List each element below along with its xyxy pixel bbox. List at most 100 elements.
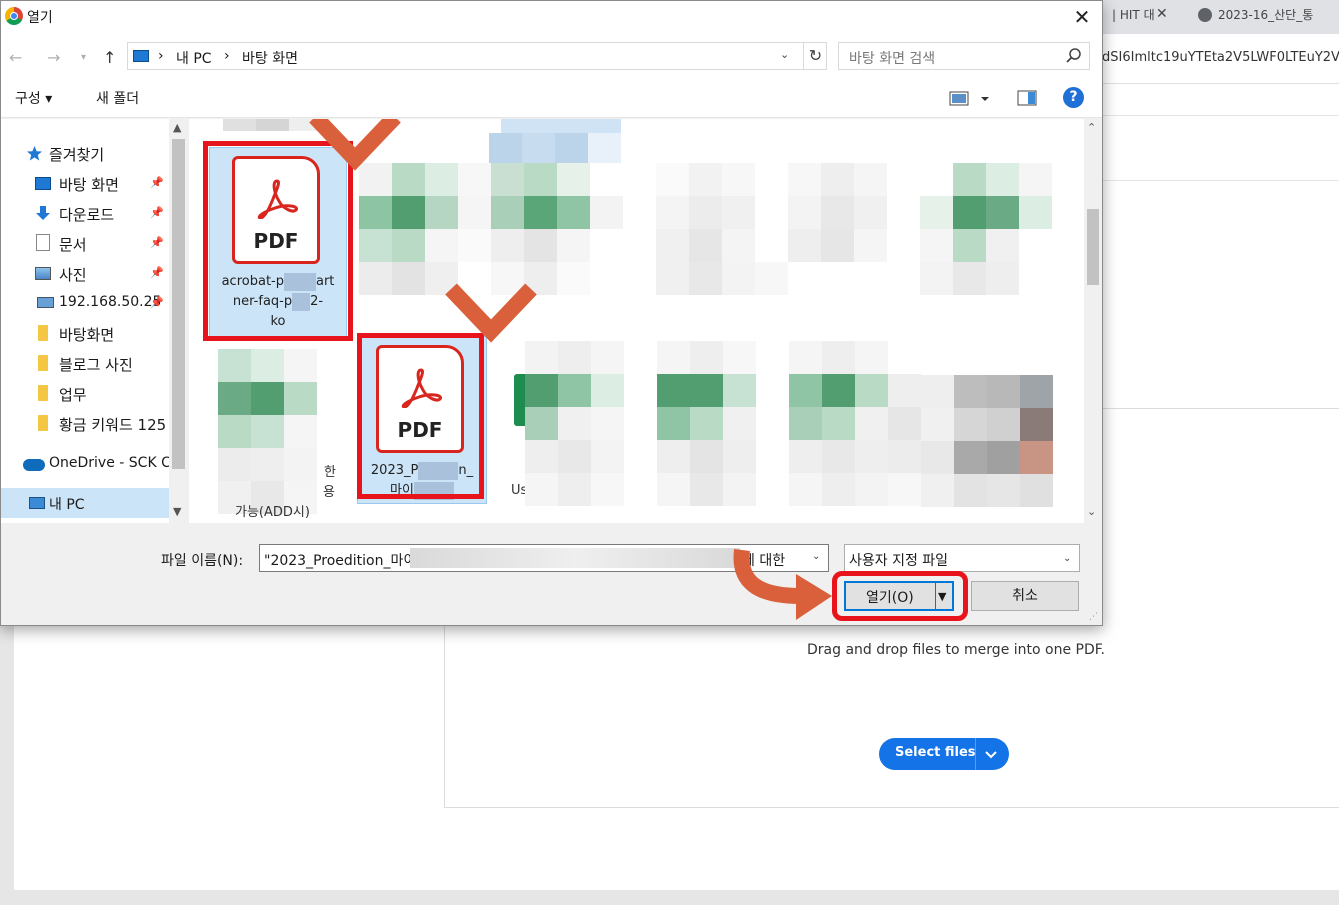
chevron-down-icon[interactable]: ⌄ — [780, 48, 789, 61]
file-list: PDF acrobat-p art ner-faq-p 2- ko 한 용 가능… — [189, 119, 1084, 523]
nav-item-downloads[interactable]: 다운로드 📌 — [1, 198, 169, 228]
refresh-icon[interactable]: ↻ — [803, 42, 827, 70]
thumbnail-placeholder — [489, 133, 621, 163]
redacted-text — [410, 548, 740, 568]
nav-item-folder[interactable]: 바탕화면 — [1, 318, 169, 348]
chevron-down-icon[interactable]: ▾ — [81, 52, 86, 63]
checkmark-icon — [445, 283, 537, 343]
select-files-label: Select files — [895, 745, 976, 760]
browser-tab-label: 2023-16_산단_통 — [1218, 8, 1314, 22]
preview-pane-icon[interactable] — [1017, 90, 1037, 106]
browser-tab[interactable]: 2023-16_산단_통 — [1194, 6, 1339, 30]
organize-button[interactable]: 구성 ▾ — [15, 88, 52, 108]
globe-icon — [1198, 8, 1212, 22]
nav-item-label: 192.168.50.25 — [59, 294, 162, 310]
nav-item-folder[interactable]: 블로그 사진 — [1, 348, 169, 378]
nav-item-label: 바탕 화면 — [59, 176, 119, 194]
scroll-up-icon[interactable]: ▲ — [173, 121, 181, 134]
thumbnail-placeholder — [491, 163, 623, 295]
arrow-icon — [733, 549, 832, 620]
annotation-highlight — [832, 571, 968, 621]
divider — [1100, 180, 1339, 181]
search-input[interactable]: 바탕 화면 검색 — [838, 42, 1090, 70]
search-icon[interactable] — [1065, 47, 1083, 65]
star-icon — [27, 146, 42, 161]
scroll-down-icon[interactable]: ▼ — [173, 505, 181, 518]
scrollbar[interactable]: ▲ ▼ — [169, 119, 188, 523]
folder-icon — [38, 325, 48, 341]
url-text: dSI6Imltc19uYTEta2V5LWF0LTEuY2Vy — [1102, 50, 1339, 65]
divider — [1100, 115, 1339, 116]
navigation-pane: 즐겨찾기 바탕 화면 📌 다운로드 📌 문서 📌 사진 📌 192.168.50… — [1, 119, 169, 523]
up-arrow-icon[interactable]: ↑ — [103, 48, 116, 67]
thumbnail-placeholder — [656, 163, 788, 295]
scroll-up-icon[interactable]: ⌃ — [1087, 121, 1096, 134]
nav-item-folder[interactable]: 황금 키워드 125 — [1, 408, 169, 438]
nav-item-desktop[interactable]: 바탕 화면 📌 — [1, 168, 169, 198]
breadcrumb-mypc[interactable]: 내 PC — [176, 48, 212, 68]
folder-icon — [38, 415, 48, 431]
file-name-partial: 용 — [323, 485, 335, 500]
nav-item-favorites[interactable]: 즐겨찾기 — [1, 138, 169, 168]
thumbnail-placeholder — [789, 341, 921, 506]
file-type-select[interactable]: 사용자 지정 파일 ⌄ — [844, 544, 1080, 572]
nav-item-mypc[interactable]: 내 PC — [1, 488, 169, 518]
scrollbar-thumb[interactable] — [1087, 209, 1099, 285]
pin-icon: 📌 — [150, 206, 164, 219]
dialog-titlebar: 열기 ✕ — [1, 1, 1102, 34]
nav-item-onedrive[interactable]: OneDrive - SCK C — [1, 449, 169, 479]
filename-label: 파일 이름(N): — [161, 553, 244, 569]
search-placeholder: 바탕 화면 검색 — [849, 51, 936, 67]
thumbnail-placeholder — [218, 349, 317, 514]
thumbnail-placeholder — [657, 341, 789, 506]
close-icon[interactable]: ✕ — [1156, 6, 1176, 30]
nav-item-pictures[interactable]: 사진 📌 — [1, 258, 169, 288]
dialog-title: 열기 — [27, 10, 53, 26]
resize-grip-icon[interactable]: ⋰ — [1089, 612, 1098, 622]
folder-icon — [38, 385, 48, 401]
folder-icon — [38, 355, 48, 371]
forward-arrow-icon[interactable]: → — [47, 48, 60, 67]
open-file-dialog: 열기 ✕ ← → ▾ ↑ › 내 PC › 바탕 화면 ⌄ ↻ 바탕 화면 검색… — [0, 0, 1103, 626]
scrollbar[interactable]: ⌃ ⌄ — [1084, 119, 1102, 523]
pin-icon: 📌 — [150, 296, 164, 309]
breadcrumb-separator: › — [224, 48, 230, 64]
pictures-icon — [35, 267, 51, 280]
cancel-button[interactable]: 취소 — [971, 581, 1079, 611]
new-folder-button[interactable]: 새 폴더 — [96, 88, 139, 108]
view-options-icon[interactable] — [949, 90, 993, 108]
browser-address-bar[interactable]: dSI6Imltc19uYTEta2V5LWF0LTEuY2Vy — [1100, 34, 1339, 84]
nav-item-label: 문서 — [59, 236, 87, 254]
nav-item-network-drive[interactable]: 192.168.50.25 📌 — [1, 288, 169, 318]
nav-item-documents[interactable]: 문서 📌 — [1, 228, 169, 258]
browser-tab-label: | HIT 대 — [1112, 8, 1155, 22]
address-bar[interactable]: › 내 PC › 바탕 화면 ⌄ — [127, 42, 827, 70]
nav-item-label: 바탕화면 — [59, 326, 115, 344]
nav-item-folder[interactable]: 업무 — [1, 378, 169, 408]
thumbnail-placeholder — [788, 163, 920, 295]
scroll-down-icon[interactable]: ⌄ — [1087, 505, 1096, 518]
chrome-icon — [5, 7, 23, 25]
thumbnail-placeholder — [920, 163, 1052, 295]
pin-icon: 📌 — [150, 236, 164, 249]
pin-icon: 📌 — [150, 266, 164, 279]
network-drive-icon — [37, 297, 54, 308]
file-type-value: 사용자 지정 파일 — [849, 553, 949, 569]
help-icon[interactable]: ? — [1063, 87, 1084, 108]
thumbnail-placeholder — [525, 341, 657, 506]
thumbnail-placeholder — [921, 375, 1053, 507]
nav-item-label: 즐겨찾기 — [49, 146, 105, 164]
scrollbar-thumb[interactable] — [172, 139, 185, 469]
desktop-icon — [35, 177, 51, 190]
back-arrow-icon[interactable]: ← — [9, 48, 22, 67]
breadcrumb-desktop[interactable]: 바탕 화면 — [242, 48, 298, 68]
select-files-button[interactable]: Select files — [879, 738, 1009, 770]
drop-zone-text: Drag and drop files to merge into one PD… — [807, 642, 1106, 658]
nav-item-label: 다운로드 — [59, 206, 115, 224]
checkmark-icon — [309, 119, 401, 171]
breadcrumb-separator: › — [158, 48, 164, 64]
close-button[interactable]: ✕ — [1067, 3, 1097, 31]
chevron-down-icon[interactable] — [983, 746, 999, 762]
pc-icon — [29, 497, 45, 509]
download-icon — [36, 206, 50, 220]
